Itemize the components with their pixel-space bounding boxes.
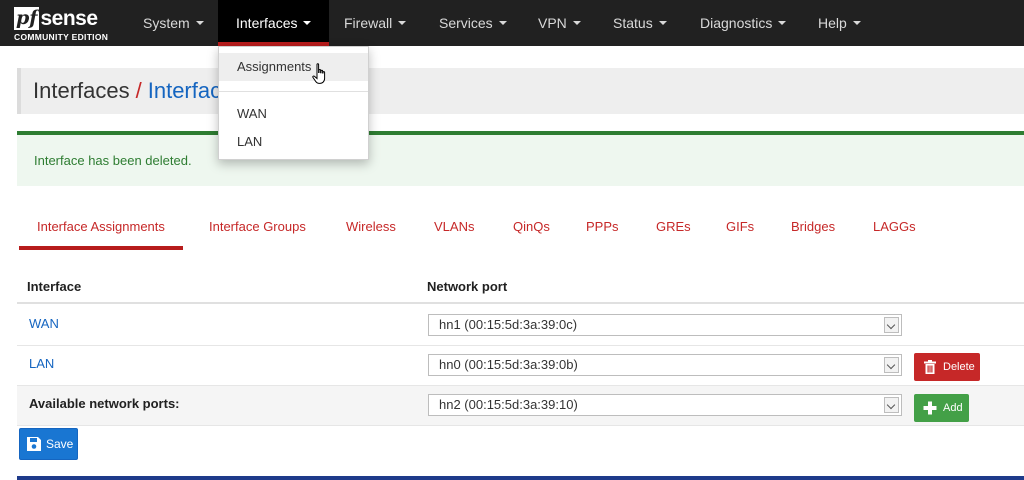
select-value: hn1 (00:15:5d:3a:39:0c) (439, 317, 578, 332)
caret-down-icon (195, 21, 204, 26)
menu-item-lan[interactable]: LAN (219, 128, 368, 156)
column-interface: Interface (27, 279, 82, 294)
floppy-disk-icon (27, 437, 41, 451)
alert-message: Interface has been deleted. (34, 153, 192, 168)
interfaces-dropdown-menu: Assignments WAN LAN (218, 46, 369, 160)
nav-diagnostics[interactable]: Diagnostics (700, 0, 787, 46)
breadcrumb: Interfaces / Interfac (33, 78, 221, 104)
interface-link-wan[interactable]: WAN (29, 316, 59, 331)
nav-vpn[interactable]: VPN (538, 0, 581, 46)
table-row-available-ports: Available network ports: hn2 (00:15:5d:3… (17, 386, 1024, 426)
panel-shadow (17, 68, 21, 114)
network-port-select-wan[interactable]: hn1 (00:15:5d:3a:39:0c) (428, 314, 902, 336)
caret-down-icon (303, 21, 312, 26)
delete-button[interactable]: Delete (914, 353, 980, 381)
network-port-select-lan[interactable]: hn0 (00:15:5d:3a:39:0b) (428, 354, 902, 376)
hand-cursor-icon (312, 63, 326, 84)
menu-divider (219, 91, 368, 92)
delete-button-label: Delete (943, 361, 975, 373)
interface-link-lan[interactable]: LAN (29, 356, 54, 371)
tab-gifs[interactable]: GIFs (726, 212, 754, 250)
chevron-down-icon (884, 357, 899, 373)
add-button-label: Add (943, 402, 963, 414)
tab-qinqs[interactable]: QinQs (513, 212, 550, 250)
save-button[interactable]: Save (19, 428, 78, 460)
tab-wireless[interactable]: Wireless (346, 212, 396, 250)
caret-down-icon (852, 21, 861, 26)
logo-sense: sense (40, 7, 98, 30)
nav-status[interactable]: Status (613, 0, 667, 46)
logo-pf: pf (14, 7, 40, 30)
pfsense-logo[interactable]: pf sense COMMUNITY EDITION (12, 4, 120, 44)
bottom-panel-edge (17, 476, 1024, 480)
nav-system[interactable]: System (143, 0, 204, 46)
network-port-select-available[interactable]: hn2 (00:15:5d:3a:39:10) (428, 394, 902, 416)
nav-services[interactable]: Services (439, 0, 507, 46)
breadcrumb-root[interactable]: Interfaces (33, 78, 130, 103)
add-button[interactable]: Add (914, 394, 969, 422)
breadcrumb-leaf[interactable]: Interfac (148, 78, 221, 103)
plus-icon (923, 401, 937, 415)
breadcrumb-separator: / (135, 78, 142, 103)
breadcrumb-panel: Interfaces / Interfac (17, 68, 1024, 114)
caret-down-icon (658, 21, 667, 26)
nav-help[interactable]: Help (818, 0, 861, 46)
top-navbar: pf sense COMMUNITY EDITION System Interfa… (0, 0, 1024, 46)
tab-ppps[interactable]: PPPs (586, 212, 619, 250)
caret-down-icon (498, 21, 507, 26)
select-value: hn0 (00:15:5d:3a:39:0b) (439, 357, 578, 372)
caret-down-icon (778, 21, 787, 26)
tab-gres[interactable]: GREs (656, 212, 691, 250)
success-alert: Interface has been deleted. (17, 131, 1024, 186)
tab-bridges[interactable]: Bridges (791, 212, 835, 250)
table-row-lan: LAN hn0 (00:15:5d:3a:39:0b) (17, 346, 1024, 386)
available-ports-label: Available network ports: (29, 396, 180, 411)
nav-firewall[interactable]: Firewall (344, 0, 407, 46)
tab-laggs[interactable]: LAGGs (873, 212, 916, 250)
nav-interfaces[interactable]: Interfaces (218, 0, 330, 46)
menu-item-assignments[interactable]: Assignments (219, 53, 368, 81)
tab-bar: Interface Assignments Interface Groups W… (17, 212, 1024, 252)
tab-vlans[interactable]: VLANs (434, 212, 474, 250)
save-button-label: Save (46, 437, 74, 451)
logo-edition: COMMUNITY EDITION (14, 32, 109, 42)
caret-down-icon (398, 21, 407, 26)
table-row-wan: WAN hn1 (00:15:5d:3a:39:0c) (17, 306, 1024, 346)
logo-wordmark: pf sense (14, 4, 98, 30)
chevron-down-icon (884, 317, 899, 333)
caret-down-icon (572, 21, 581, 26)
tab-interface-assignments[interactable]: Interface Assignments (19, 212, 183, 250)
assignments-table-header: Interface Network port (17, 270, 1024, 304)
tab-interface-groups[interactable]: Interface Groups (209, 212, 306, 250)
select-value: hn2 (00:15:5d:3a:39:10) (439, 397, 578, 412)
chevron-down-icon (884, 397, 899, 413)
menu-item-wan[interactable]: WAN (219, 100, 368, 128)
trash-icon (924, 360, 936, 374)
column-network-port: Network port (427, 279, 508, 294)
